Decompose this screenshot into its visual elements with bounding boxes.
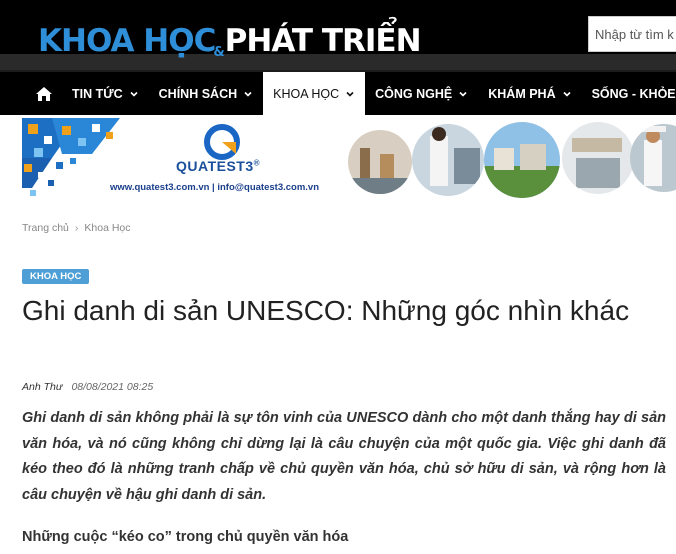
quatest3-name: QUATEST3® — [176, 158, 260, 174]
breadcrumb-current[interactable]: Khoa Học — [84, 222, 130, 234]
nav-item-tin-tuc[interactable]: TIN TỨC — [62, 72, 149, 115]
nav-item-label: KHÁM PHÁ — [488, 86, 556, 101]
breadcrumb: Trang chủ › Khoa Học — [22, 222, 131, 234]
quatest3-contact: www.quatest3.com.vn | info@quatest3.com.… — [110, 182, 319, 193]
lab-photos-strip — [348, 122, 676, 198]
site-header: KHOA HỌC & PHÁT TRIỂN — [0, 0, 676, 70]
article-meta: Anh Thư 08/08/2021 08:25 — [22, 381, 153, 393]
search-input[interactable] — [589, 17, 676, 51]
nav-item-song-khoe[interactable]: SỐNG - KHỎE — [582, 72, 676, 115]
logo-text-khoa-hoc: KHOA HỌC — [38, 23, 216, 59]
article-date: 08/08/2021 08:25 — [71, 381, 154, 393]
breadcrumb-home[interactable]: Trang chủ — [22, 222, 69, 234]
search-box — [588, 16, 676, 52]
site-logo[interactable]: KHOA HỌC & PHÁT TRIỂN — [38, 22, 422, 60]
nav-item-label: TIN TỨC — [72, 86, 123, 101]
article-lead: Ghi danh di sản không phải là sự tôn vin… — [22, 410, 666, 503]
nav-item-label: CHÍNH SÁCH — [158, 86, 238, 101]
brand-name-text: QUATEST3 — [176, 158, 254, 174]
nav-item-cong-nghe[interactable]: CÔNG NGHỆ — [365, 72, 478, 115]
article-subheading: Những cuộc “kéo co” trong chủ quyền văn … — [22, 529, 349, 545]
quatest3-brand: QUATEST3® www.quatest3.com.vn | info@qua… — [110, 124, 342, 200]
quatest3-logo-mark — [204, 124, 240, 160]
nav-item-kham-pha[interactable]: KHÁM PHÁ — [478, 72, 581, 115]
nav-item-label: SỐNG - KHỎE — [591, 86, 676, 101]
chevron-down-icon — [130, 91, 138, 97]
brand-registered-mark: ® — [253, 158, 261, 168]
article-author[interactable]: Anh Thư — [22, 381, 63, 393]
nav-item-label: KHOA HỌC — [273, 86, 340, 101]
chevron-down-icon — [563, 91, 571, 97]
nav-home-link[interactable] — [28, 72, 60, 115]
logo-text-phat-trien: PHÁT TRIỂN — [224, 23, 422, 59]
chevron-down-icon — [459, 91, 467, 97]
article-title: Ghi danh di sản UNESCO: Những góc nhìn k… — [22, 295, 630, 326]
nav-item-label: CÔNG NGHỆ — [375, 86, 453, 101]
nav-item-chinh-sach[interactable]: CHÍNH SÁCH — [149, 72, 263, 115]
main-nav: TIN TỨC CHÍNH SÁCH KHOA HỌC CÔNG NGHỆ KH… — [0, 70, 676, 115]
pixel-mosaic-graphic — [22, 118, 120, 196]
nav-item-khoa-hoc[interactable]: KHOA HỌC — [263, 72, 366, 115]
breadcrumb-separator: › — [74, 222, 79, 234]
logo-ampersand: & — [213, 45, 224, 60]
home-icon — [36, 86, 52, 101]
chevron-down-icon — [346, 91, 354, 97]
nav-items: TIN TỨC CHÍNH SÁCH KHOA HỌC CÔNG NGHỆ KH… — [62, 72, 676, 115]
category-badge[interactable]: KHOA HỌC — [22, 269, 90, 284]
chevron-down-icon — [244, 91, 252, 97]
quatest3-banner[interactable]: QUATEST3® www.quatest3.com.vn | info@qua… — [22, 118, 676, 202]
